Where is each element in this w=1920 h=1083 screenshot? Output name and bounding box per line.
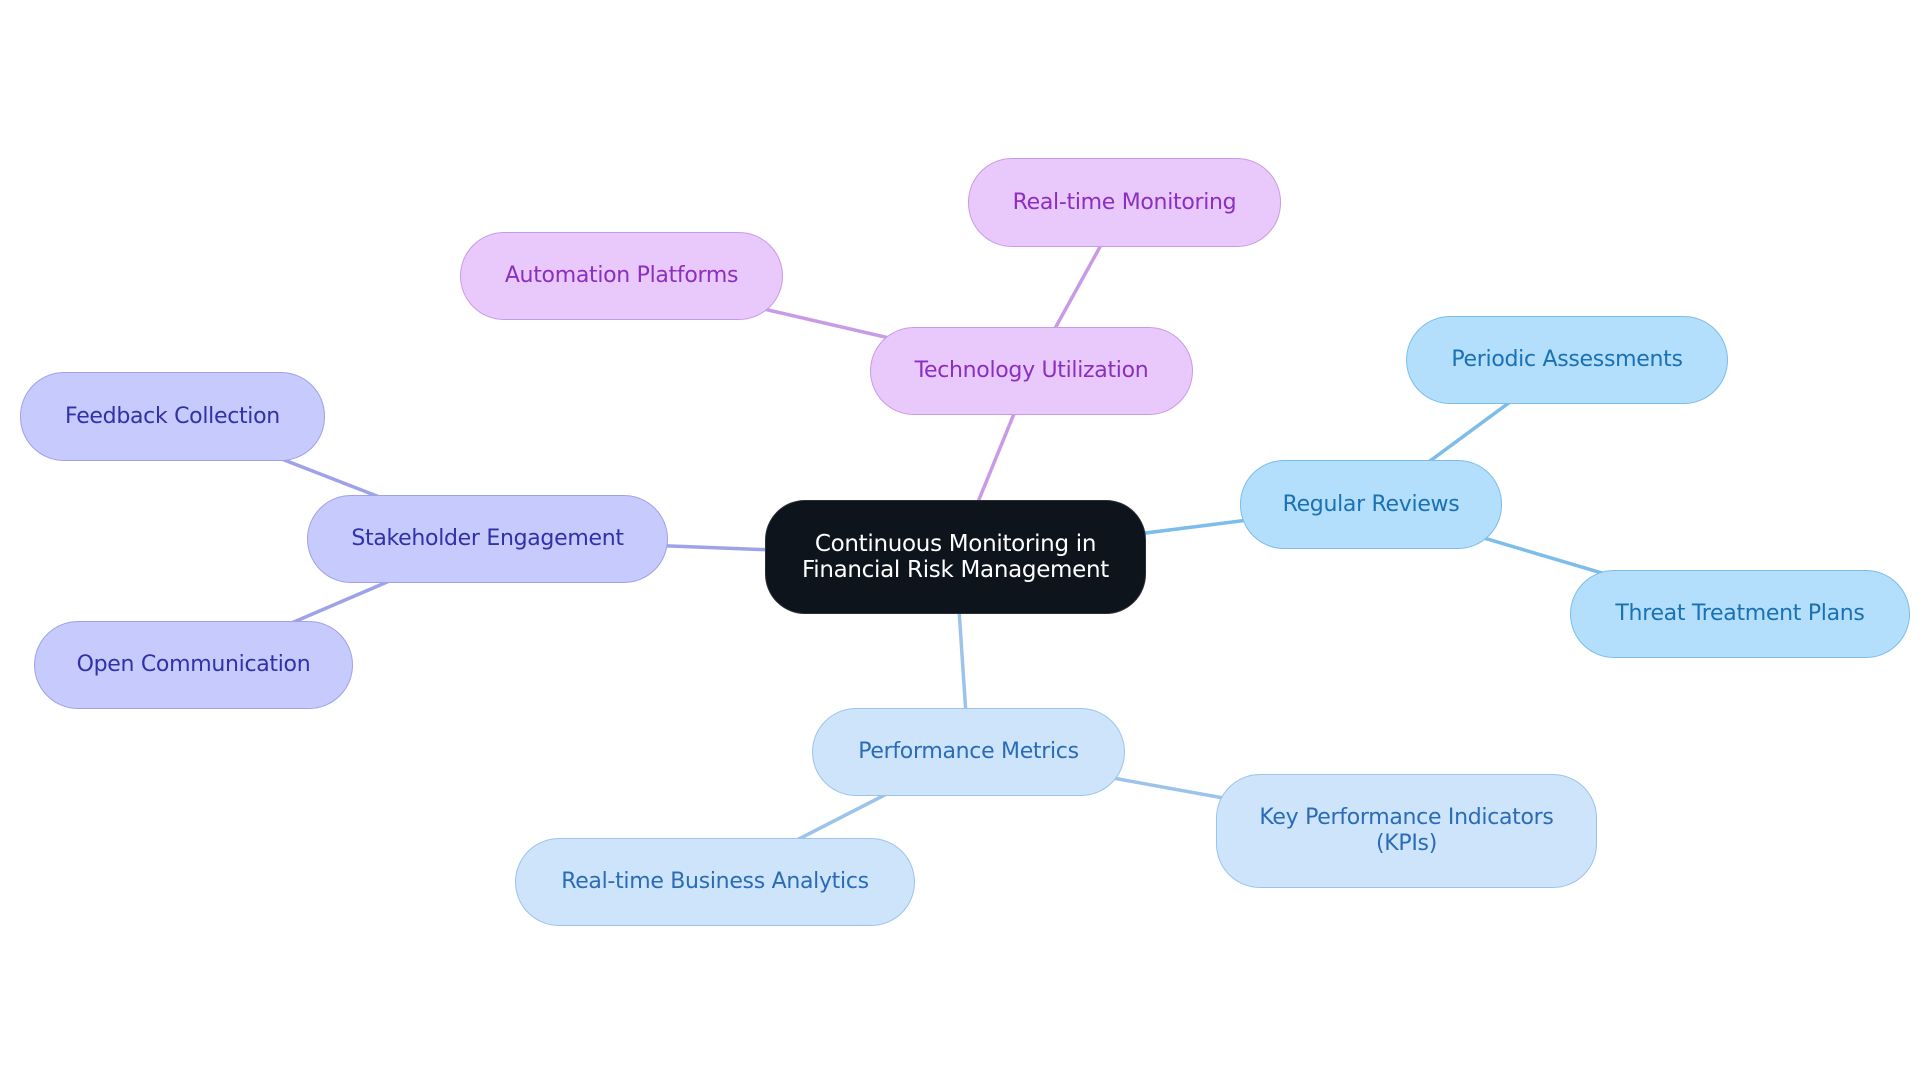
root-node[interactable]: Continuous Monitoring in Financial Risk … (765, 500, 1146, 614)
leaf-automation-platforms[interactable]: Automation Platforms (460, 232, 783, 320)
branch-technology-utilization[interactable]: Technology Utilization (870, 327, 1193, 415)
leaf-open-communication[interactable]: Open Communication (34, 621, 353, 709)
leaf-real-time-monitoring[interactable]: Real-time Monitoring (968, 158, 1281, 247)
branch-performance-metrics[interactable]: Performance Metrics (812, 708, 1125, 796)
branch-stakeholder-engagement[interactable]: Stakeholder Engagement (307, 495, 668, 583)
leaf-periodic-assessments[interactable]: Periodic Assessments (1406, 316, 1728, 404)
leaf-real-time-business-analytics[interactable]: Real-time Business Analytics (515, 838, 915, 926)
root-label: Continuous Monitoring in Financial Risk … (801, 531, 1110, 583)
leaf-kpis[interactable]: Key Performance Indicators (KPIs) (1216, 774, 1597, 888)
branch-regular-reviews[interactable]: Regular Reviews (1240, 460, 1502, 549)
leaf-threat-treatment-plans[interactable]: Threat Treatment Plans (1570, 570, 1910, 658)
leaf-feedback-collection[interactable]: Feedback Collection (20, 372, 325, 461)
